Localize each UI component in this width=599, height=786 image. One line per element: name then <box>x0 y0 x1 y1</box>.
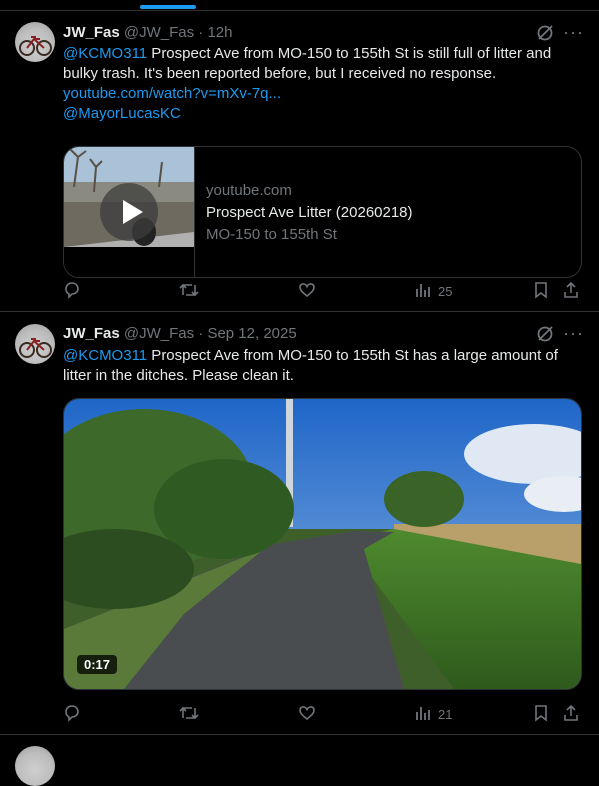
card-title: Prospect Ave Litter (20260218) <box>206 204 413 221</box>
grok-icon[interactable] <box>536 325 554 343</box>
analytics-icon <box>416 707 430 720</box>
tweet-text: @KCMO311 Prospect Ave from MO-150 to 155… <box>63 44 573 124</box>
share-icon <box>564 704 578 721</box>
timestamp[interactable]: · 12h <box>198 24 232 41</box>
avatar[interactable] <box>15 746 55 786</box>
more-options-icon[interactable]: ··· <box>563 324 584 342</box>
view-count: 21 <box>438 707 453 722</box>
tweet-header: JW_Fas @JW_Fas · 12h <box>63 23 232 43</box>
play-icon[interactable] <box>100 183 158 241</box>
card-domain: youtube.com <box>206 182 292 199</box>
bookmark-icon <box>535 705 547 722</box>
link-card[interactable]: youtube.com Prospect Ave Litter (2026021… <box>63 146 582 278</box>
video-frame <box>64 399 581 689</box>
mention-link[interactable]: @MayorLucasKC <box>63 105 181 122</box>
display-name[interactable]: JW_Fas <box>63 24 120 41</box>
grok-icon[interactable] <box>536 24 554 42</box>
card-description: MO-150 to 155th St <box>206 226 337 243</box>
avatar[interactable] <box>15 22 55 62</box>
video-player[interactable]: 0:17 <box>63 398 582 690</box>
video-thumbnail <box>64 147 195 277</box>
reply-icon <box>65 705 79 722</box>
user-handle[interactable]: @JW_Fas <box>124 24 194 41</box>
url-link[interactable]: youtube.com/watch?v=mXv-7q... <box>63 85 281 102</box>
analytics-icon <box>416 284 430 297</box>
repost-icon <box>179 706 199 720</box>
tweet-text: @KCMO311 Prospect Ave from MO-150 to 155… <box>63 346 573 386</box>
avatar[interactable] <box>15 324 55 364</box>
timestamp[interactable]: · Sep 12, 2025 <box>198 325 296 342</box>
user-handle[interactable]: @JW_Fas <box>124 325 194 342</box>
heart-icon <box>299 283 315 298</box>
video-duration: 0:17 <box>77 655 118 674</box>
heart-icon <box>299 706 315 721</box>
view-count: 25 <box>438 284 453 299</box>
display-name[interactable]: JW_Fas <box>63 325 120 342</box>
mention-link[interactable]: @KCMO311 <box>63 45 147 62</box>
reply-icon <box>65 282 79 299</box>
tweet[interactable]: JW_Fas @JW_Fas · 12h ··· @KCMO311 Prospe… <box>0 10 599 312</box>
mention-link[interactable]: @KCMO311 <box>63 347 147 364</box>
share-icon <box>564 281 578 298</box>
more-options-icon[interactable]: ··· <box>563 23 584 41</box>
bookmark-icon <box>535 282 547 299</box>
active-tab-indicator <box>140 5 196 9</box>
repost-icon <box>179 283 199 297</box>
tweet-header: JW_Fas @JW_Fas · Sep 12, 2025 <box>63 324 297 344</box>
tweet[interactable]: JW_Fas @JW_Fas · Sep 12, 2025 ··· @KCMO3… <box>0 312 599 735</box>
